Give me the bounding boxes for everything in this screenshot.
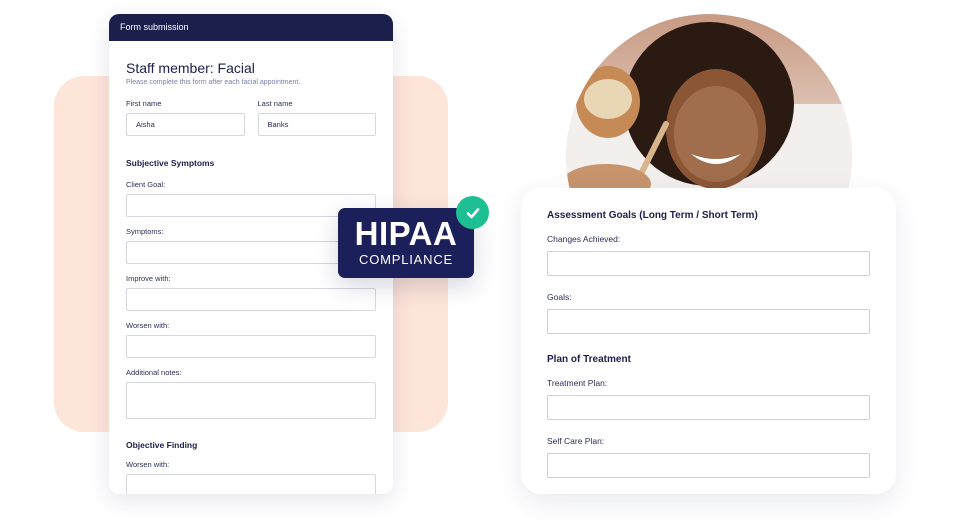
section-assessment-goals: Assessment Goals (Long Term / Short Term… — [547, 210, 758, 221]
changes-achieved-label: Changes Achieved: — [547, 234, 621, 244]
form-subtitle: Please complete this form after each fac… — [126, 79, 301, 86]
form-title: Staff member: Facial — [126, 60, 255, 76]
worsen-with-input[interactable] — [126, 335, 376, 358]
section-plan-of-treatment: Plan of Treatment — [547, 354, 631, 365]
worsen-with-label: Worsen with: — [126, 321, 170, 330]
additional-notes-input[interactable] — [126, 382, 376, 419]
check-icon — [456, 196, 489, 229]
spa-client-photo — [566, 14, 852, 188]
section-subjective-symptoms: Subjective Symptoms — [126, 158, 215, 168]
additional-notes-label: Additional notes: — [126, 368, 182, 377]
hipaa-compliance-badge: HIPAA COMPLIANCE — [338, 208, 474, 278]
badge-title: HIPAA — [354, 215, 458, 252]
client-goal-label: Client Goal: — [126, 180, 166, 189]
improve-with-input[interactable] — [126, 288, 376, 311]
goals-input[interactable] — [547, 309, 870, 334]
last-name-label: Last name — [257, 99, 293, 108]
section-objective-finding: Objective Finding — [126, 440, 198, 450]
treatment-plan-input[interactable] — [547, 395, 870, 420]
goals-label: Goals: — [547, 292, 572, 302]
self-care-plan-label: Self Care Plan: — [547, 436, 605, 446]
objective-worsen-with-input[interactable] — [126, 474, 376, 494]
self-care-plan-input[interactable] — [547, 453, 870, 478]
objective-worsen-with-label: Worsen with: — [126, 460, 170, 469]
assessment-card: Assessment Goals (Long Term / Short Term… — [521, 188, 896, 494]
form-header: Form submission — [109, 14, 393, 41]
changes-achieved-input[interactable] — [547, 251, 870, 276]
last-name-input[interactable] — [257, 113, 376, 136]
improve-with-label: Improve with: — [126, 274, 171, 283]
first-name-input[interactable] — [126, 113, 245, 136]
first-name-label: First name — [126, 99, 162, 108]
badge-subtitle: COMPLIANCE — [359, 252, 453, 267]
treatment-plan-label: Treatment Plan: — [547, 378, 608, 388]
